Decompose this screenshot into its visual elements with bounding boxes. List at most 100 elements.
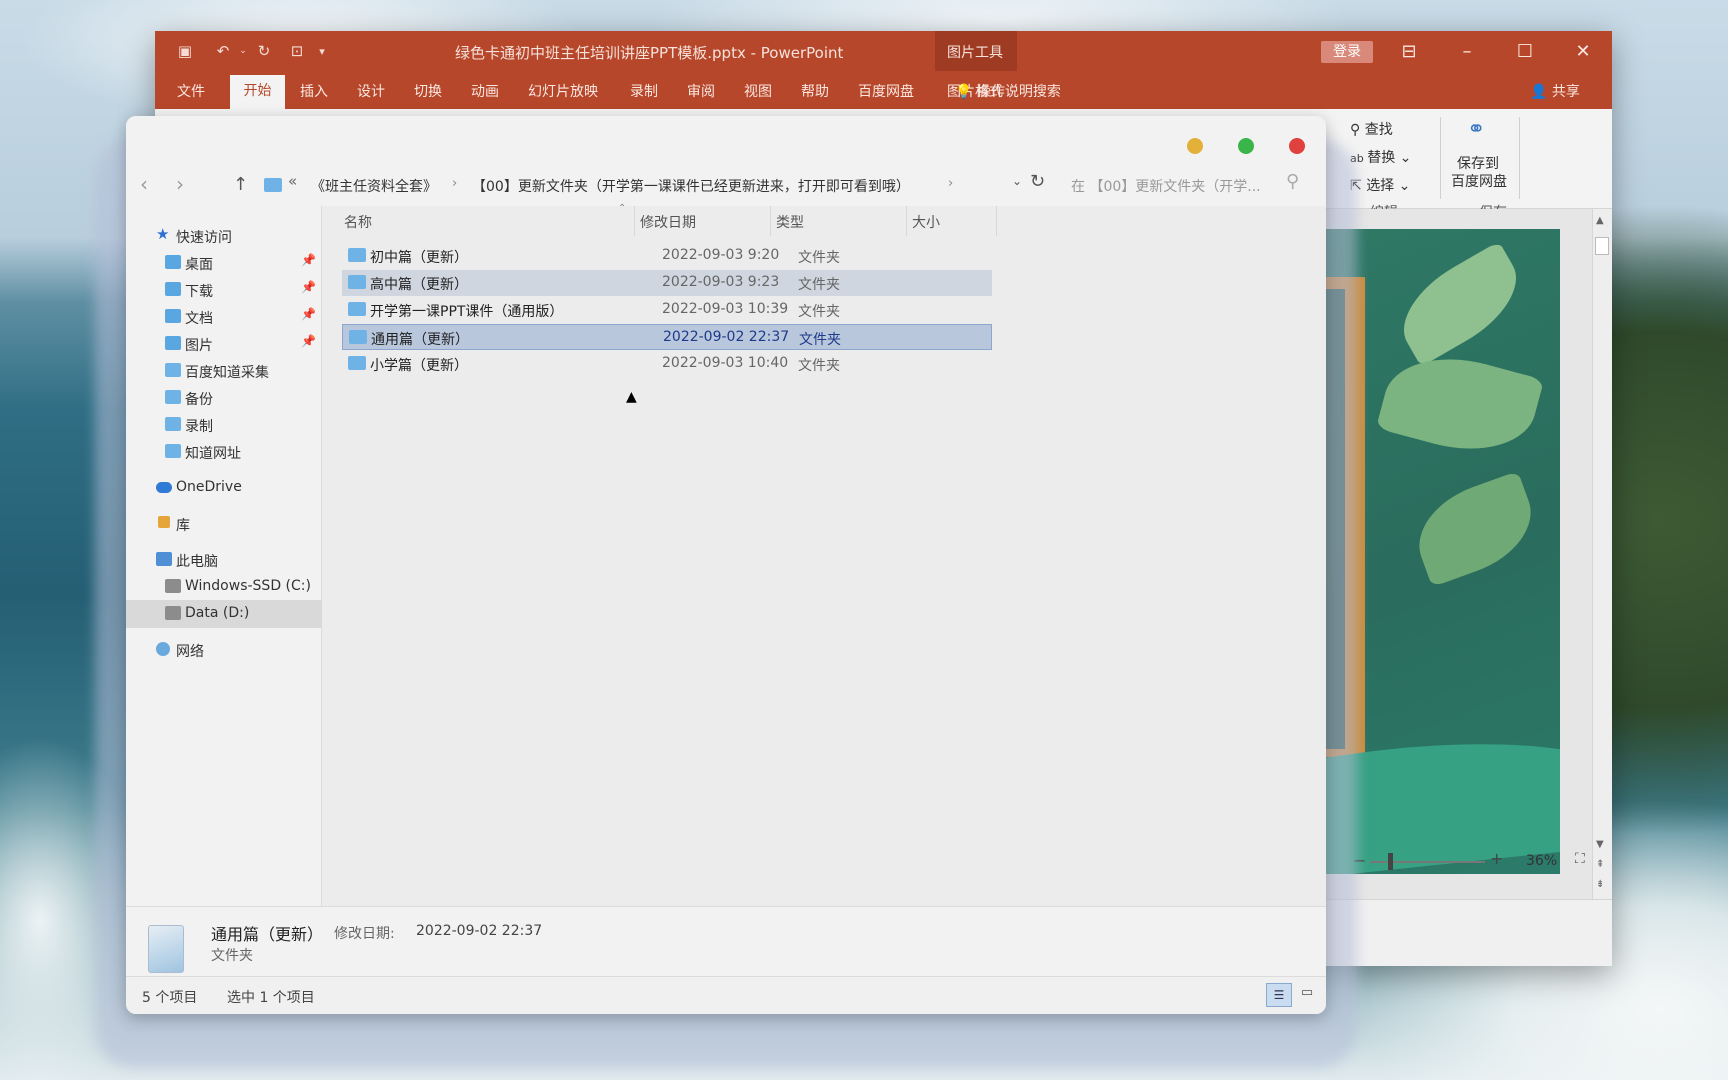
chevron-overflow-icon[interactable]: « bbox=[288, 172, 297, 190]
ribbon-display-options-icon[interactable]: ⊟ bbox=[1381, 31, 1437, 71]
tab-review[interactable]: 审阅 bbox=[687, 81, 715, 101]
zoom-level[interactable]: 36% bbox=[1526, 853, 1557, 869]
breadcrumb-item[interactable]: 《班主任资料全套》 bbox=[311, 176, 437, 196]
large-icons-view-icon[interactable]: ▭ bbox=[1296, 985, 1318, 1005]
replace-button[interactable]: ab 替换 ⌄ bbox=[1350, 147, 1411, 167]
fit-slide-icon[interactable]: ⛶ bbox=[1575, 851, 1585, 867]
search-input[interactable]: 在 【00】更新文件夹（开学... bbox=[1071, 176, 1261, 196]
nav-recording[interactable]: 录制 bbox=[126, 411, 322, 439]
tab-baidu-netdisk[interactable]: 百度网盘 bbox=[858, 81, 914, 101]
table-row-selected[interactable]: 通用篇（更新） 2022-09-02 22:37 文件夹 bbox=[342, 324, 992, 350]
column-type[interactable]: 类型 bbox=[776, 212, 804, 232]
folder-icon bbox=[264, 178, 282, 192]
undo-dropdown-icon[interactable]: ⌄ bbox=[232, 40, 254, 62]
lightbulb-icon: 💡 bbox=[955, 84, 977, 100]
table-row[interactable]: 初中篇（更新） 2022-09-03 9:20 文件夹 bbox=[342, 243, 992, 269]
folder-icon bbox=[165, 444, 181, 458]
file-name: 小学篇（更新） bbox=[370, 358, 468, 374]
tab-record[interactable]: 录制 bbox=[630, 81, 658, 101]
nav-desktop[interactable]: 桌面 📌 bbox=[126, 249, 322, 277]
save-to-baidu-label[interactable]: 保存到 bbox=[1457, 153, 1499, 173]
tab-design[interactable]: 设计 bbox=[357, 81, 385, 101]
details-view-icon[interactable]: ☰ bbox=[1266, 983, 1292, 1007]
baidu-netdisk-icon[interactable]: ⚭ bbox=[1467, 117, 1485, 142]
maximize-button[interactable]: ☐ bbox=[1497, 31, 1553, 71]
search-icon[interactable]: ⚲ bbox=[1286, 171, 1299, 192]
back-icon[interactable]: ‹ bbox=[140, 172, 148, 196]
nav-this-pc[interactable]: 此电脑 bbox=[126, 546, 322, 574]
refresh-icon[interactable]: ↻ bbox=[1030, 171, 1045, 192]
nav-downloads[interactable]: 下载 📌 bbox=[126, 276, 322, 304]
tab-file[interactable]: 文件 bbox=[177, 81, 205, 101]
save-to-baidu-label-2[interactable]: 百度网盘 bbox=[1451, 171, 1507, 191]
tell-me-search[interactable]: 💡 操作说明搜索 bbox=[955, 81, 1061, 101]
scroll-thumb[interactable] bbox=[1595, 237, 1609, 255]
login-button[interactable]: 登录 bbox=[1321, 41, 1373, 63]
save-icon[interactable]: ▣ bbox=[174, 40, 196, 62]
nav-network[interactable]: 网络 bbox=[126, 636, 322, 664]
share-button[interactable]: 👤 共享 bbox=[1530, 81, 1580, 101]
up-arrow-icon[interactable]: ↑ bbox=[233, 174, 248, 195]
scroll-down-icon[interactable]: ▼ bbox=[1596, 839, 1604, 850]
tab-transitions[interactable]: 切换 bbox=[414, 81, 442, 101]
breadcrumb-item[interactable]: 【00】更新文件夹（开学第一课课件已经更新进来，打开即可看到哦） bbox=[472, 176, 910, 196]
column-divider[interactable] bbox=[906, 206, 907, 236]
present-icon[interactable]: ⊡ bbox=[286, 40, 308, 62]
table-row[interactable]: 高中篇（更新） 2022-09-03 9:23 文件夹 bbox=[342, 270, 992, 296]
breadcrumb-separator-icon[interactable]: › bbox=[948, 176, 953, 191]
previous-slide-icon[interactable]: ⇞ bbox=[1596, 859, 1604, 870]
scroll-up-icon[interactable]: ▲ bbox=[1596, 215, 1604, 226]
nav-label: 此电脑 bbox=[176, 554, 218, 570]
minimize-button[interactable] bbox=[1187, 138, 1203, 154]
slide-scrollbar[interactable]: ▲ ▼ ⇞ ⇟ bbox=[1592, 209, 1612, 899]
select-button[interactable]: ⇱ 选择 ⌄ bbox=[1350, 175, 1410, 195]
column-divider[interactable] bbox=[770, 206, 771, 236]
desktop-folder-icon bbox=[165, 255, 181, 269]
tab-insert[interactable]: 插入 bbox=[300, 81, 328, 101]
column-size[interactable]: 大小 bbox=[912, 212, 940, 232]
close-button[interactable]: ✕ bbox=[1555, 31, 1611, 71]
tab-home[interactable]: 开始 bbox=[230, 75, 285, 109]
column-divider[interactable] bbox=[634, 206, 635, 236]
nav-backup[interactable]: 备份 bbox=[126, 384, 322, 412]
find-button[interactable]: ⚲ 查找 bbox=[1350, 119, 1393, 139]
tab-help[interactable]: 帮助 bbox=[801, 81, 829, 101]
table-row[interactable]: 小学篇（更新） 2022-09-03 10:40 文件夹 bbox=[342, 351, 992, 377]
minimize-button[interactable]: – bbox=[1439, 31, 1495, 71]
pin-icon[interactable]: 📌 bbox=[301, 280, 316, 294]
zoom-in-button[interactable]: + bbox=[1490, 849, 1503, 868]
nav-baidu-collect[interactable]: 百度知道采集 bbox=[126, 357, 322, 385]
tab-animations[interactable]: 动画 bbox=[471, 81, 499, 101]
undo-icon[interactable]: ↶ bbox=[212, 40, 234, 62]
chevron-down-icon[interactable]: ⌄ bbox=[1012, 174, 1022, 188]
table-row[interactable]: 开学第一课PPT课件（通用版） 2022-09-03 10:39 文件夹 bbox=[342, 297, 992, 323]
nav-pictures[interactable]: 图片 📌 bbox=[126, 330, 322, 358]
folder-icon bbox=[348, 248, 366, 262]
column-name[interactable]: 名称 bbox=[344, 212, 372, 232]
pin-icon[interactable]: 📌 bbox=[301, 334, 316, 348]
tab-view[interactable]: 视图 bbox=[744, 81, 772, 101]
nav-label: 下载 bbox=[185, 284, 213, 300]
pin-icon[interactable]: 📌 bbox=[301, 253, 316, 267]
nav-drive-d[interactable]: Data (D:) bbox=[126, 600, 322, 628]
nav-label: 快速访问 bbox=[176, 230, 232, 246]
column-divider[interactable] bbox=[996, 206, 997, 236]
next-slide-icon[interactable]: ⇟ bbox=[1596, 879, 1604, 890]
nav-drive-c[interactable]: Windows-SSD (C:) bbox=[126, 573, 322, 601]
nav-documents[interactable]: 文档 📌 bbox=[126, 303, 322, 331]
forward-icon[interactable]: › bbox=[176, 172, 184, 196]
breadcrumb-separator-icon[interactable]: › bbox=[452, 176, 457, 191]
drive-icon bbox=[165, 606, 181, 620]
nav-zhidao-url[interactable]: 知道网址 bbox=[126, 438, 322, 466]
column-date[interactable]: 修改日期 bbox=[640, 212, 696, 232]
maximize-button[interactable] bbox=[1238, 138, 1254, 154]
customize-qat-icon[interactable]: ▾ bbox=[311, 40, 333, 62]
nav-library[interactable]: 库 bbox=[126, 510, 322, 538]
close-button[interactable] bbox=[1289, 138, 1305, 154]
tab-slideshow[interactable]: 幻灯片放映 bbox=[528, 81, 598, 101]
redo-icon[interactable]: ↻ bbox=[253, 40, 275, 62]
nav-quick-access[interactable]: ★ 快速访问 bbox=[126, 222, 322, 250]
zoom-slider-thumb[interactable] bbox=[1388, 853, 1393, 870]
nav-onedrive[interactable]: OneDrive bbox=[126, 474, 322, 502]
pin-icon[interactable]: 📌 bbox=[301, 307, 316, 321]
